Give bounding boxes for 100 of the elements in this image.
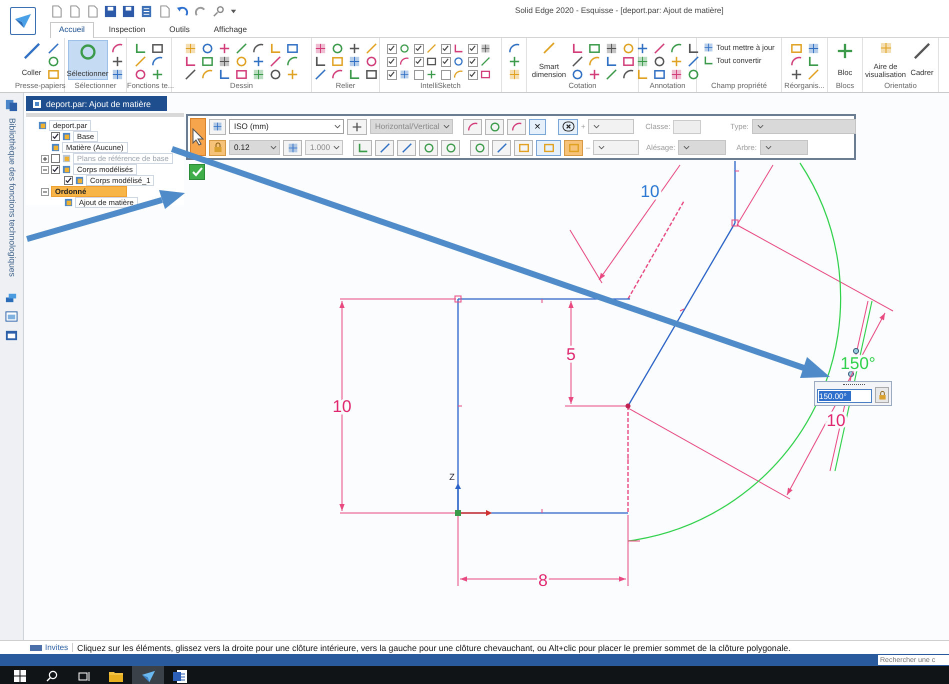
accept-button[interactable] (189, 164, 205, 180)
rectangle-icon[interactable] (622, 55, 636, 68)
arc-icon[interactable] (790, 55, 802, 68)
cross-icon[interactable] (110, 55, 124, 68)
circle-icon[interactable] (330, 42, 344, 55)
rectangle-icon[interactable] (426, 56, 436, 67)
app-menu-button[interactable] (10, 7, 36, 35)
arc-icon[interactable] (508, 42, 520, 55)
line-icon[interactable] (605, 68, 618, 81)
checkbox[interactable] (414, 70, 424, 80)
collapse-icon[interactable] (41, 188, 49, 196)
checkbox[interactable] (386, 70, 396, 80)
circle-icon[interactable] (201, 42, 214, 55)
dropdown[interactable]: 0.12 (229, 140, 280, 155)
grid-icon[interactable] (314, 42, 326, 55)
circle-icon[interactable] (452, 56, 464, 67)
circle-icon[interactable] (134, 68, 147, 81)
tool-button[interactable] (558, 118, 578, 134)
undo-icon[interactable] (176, 4, 189, 18)
checkbox[interactable] (386, 44, 396, 54)
ribbon-tab[interactable]: Accueil (50, 22, 94, 38)
line-icon[interactable] (480, 56, 490, 67)
ribbon-tab[interactable]: Affichage (204, 22, 256, 37)
rectangle-icon[interactable] (286, 42, 299, 55)
grid-icon[interactable] (398, 69, 410, 80)
tool-button[interactable] (347, 118, 367, 134)
circle-icon[interactable] (686, 68, 700, 81)
cross-icon[interactable] (151, 68, 164, 81)
cross-icon[interactable] (426, 69, 436, 80)
grid-icon[interactable] (252, 68, 265, 81)
arc-icon[interactable] (252, 42, 265, 55)
line-icon[interactable] (571, 55, 584, 68)
circle-icon[interactable] (571, 68, 584, 81)
save-icon[interactable] (104, 4, 117, 18)
lock-button[interactable] (875, 387, 889, 403)
input-field[interactable] (673, 120, 702, 134)
grid-icon[interactable] (218, 55, 231, 68)
collapse-icon[interactable] (41, 166, 49, 174)
corner-icon[interactable] (218, 68, 231, 81)
corner-icon[interactable] (348, 68, 360, 81)
rectangle-icon[interactable] (201, 55, 214, 68)
dimension-value[interactable]: 10 (640, 182, 660, 201)
line-icon[interactable] (652, 42, 666, 55)
select-tool-button[interactable] (190, 118, 206, 156)
corner-icon[interactable] (134, 42, 147, 55)
library-icon[interactable] (5, 99, 18, 112)
checkbox[interactable] (468, 44, 478, 54)
checkbox[interactable] (440, 70, 450, 80)
rectangle-icon[interactable] (652, 68, 666, 81)
arc-icon[interactable] (286, 55, 299, 68)
arc-icon[interactable] (330, 68, 344, 81)
list-icon[interactable] (140, 4, 153, 18)
line-icon[interactable] (184, 68, 197, 81)
page-icon[interactable] (68, 4, 81, 18)
side-panel-label[interactable]: Bibliothèque des fonctions technologiques (6, 118, 18, 277)
rectangle-icon[interactable] (235, 68, 248, 81)
checkbox[interactable] (414, 44, 424, 54)
circle-icon[interactable] (398, 43, 410, 54)
checkbox[interactable] (64, 176, 73, 185)
cross-icon[interactable] (508, 55, 520, 68)
corner-icon[interactable] (686, 42, 700, 55)
rectangle-icon[interactable] (588, 42, 602, 55)
window-icon[interactable] (5, 328, 18, 342)
cross-icon[interactable] (588, 68, 602, 81)
rectangle-icon[interactable] (151, 42, 164, 55)
caret-icon[interactable] (230, 8, 237, 14)
document-icon[interactable] (50, 4, 63, 18)
corner-icon[interactable] (806, 55, 820, 68)
arc-icon[interactable] (110, 42, 124, 55)
line-icon[interactable] (686, 55, 700, 68)
circle-icon[interactable] (364, 55, 378, 68)
grid-icon[interactable] (605, 42, 618, 55)
line-icon[interactable] (46, 42, 60, 55)
grid-icon[interactable] (110, 68, 124, 81)
input-field[interactable]: 150.00° (817, 389, 872, 403)
grid-icon[interactable] (480, 43, 490, 54)
line-icon[interactable] (314, 68, 326, 81)
cross-icon[interactable] (636, 42, 648, 55)
dropdown[interactable]: ISO (mm) (229, 119, 344, 134)
close-button[interactable]: × (529, 118, 546, 134)
arc-icon[interactable] (622, 68, 636, 81)
window-icon[interactable] (5, 310, 18, 323)
lock-button[interactable] (209, 140, 226, 156)
checkbox[interactable] (51, 165, 60, 174)
ribbon-tab[interactable]: Outils (160, 22, 199, 37)
page-icon[interactable] (158, 4, 171, 18)
arc-icon[interactable] (398, 56, 410, 67)
arc-icon[interactable] (151, 55, 164, 68)
checkbox[interactable] (414, 56, 424, 66)
page-icon[interactable] (86, 4, 99, 18)
redo-icon[interactable] (194, 4, 207, 18)
document-tab[interactable]: deport.par: Ajout de matière (26, 96, 167, 111)
save-icon[interactable] (122, 4, 135, 18)
cross-icon[interactable] (790, 68, 802, 81)
line-icon[interactable] (269, 55, 282, 68)
checkbox[interactable] (468, 70, 478, 80)
grid-icon[interactable] (636, 55, 648, 68)
cross-icon[interactable] (252, 55, 265, 68)
cross-icon[interactable] (348, 42, 360, 55)
circle-icon[interactable] (269, 68, 282, 81)
